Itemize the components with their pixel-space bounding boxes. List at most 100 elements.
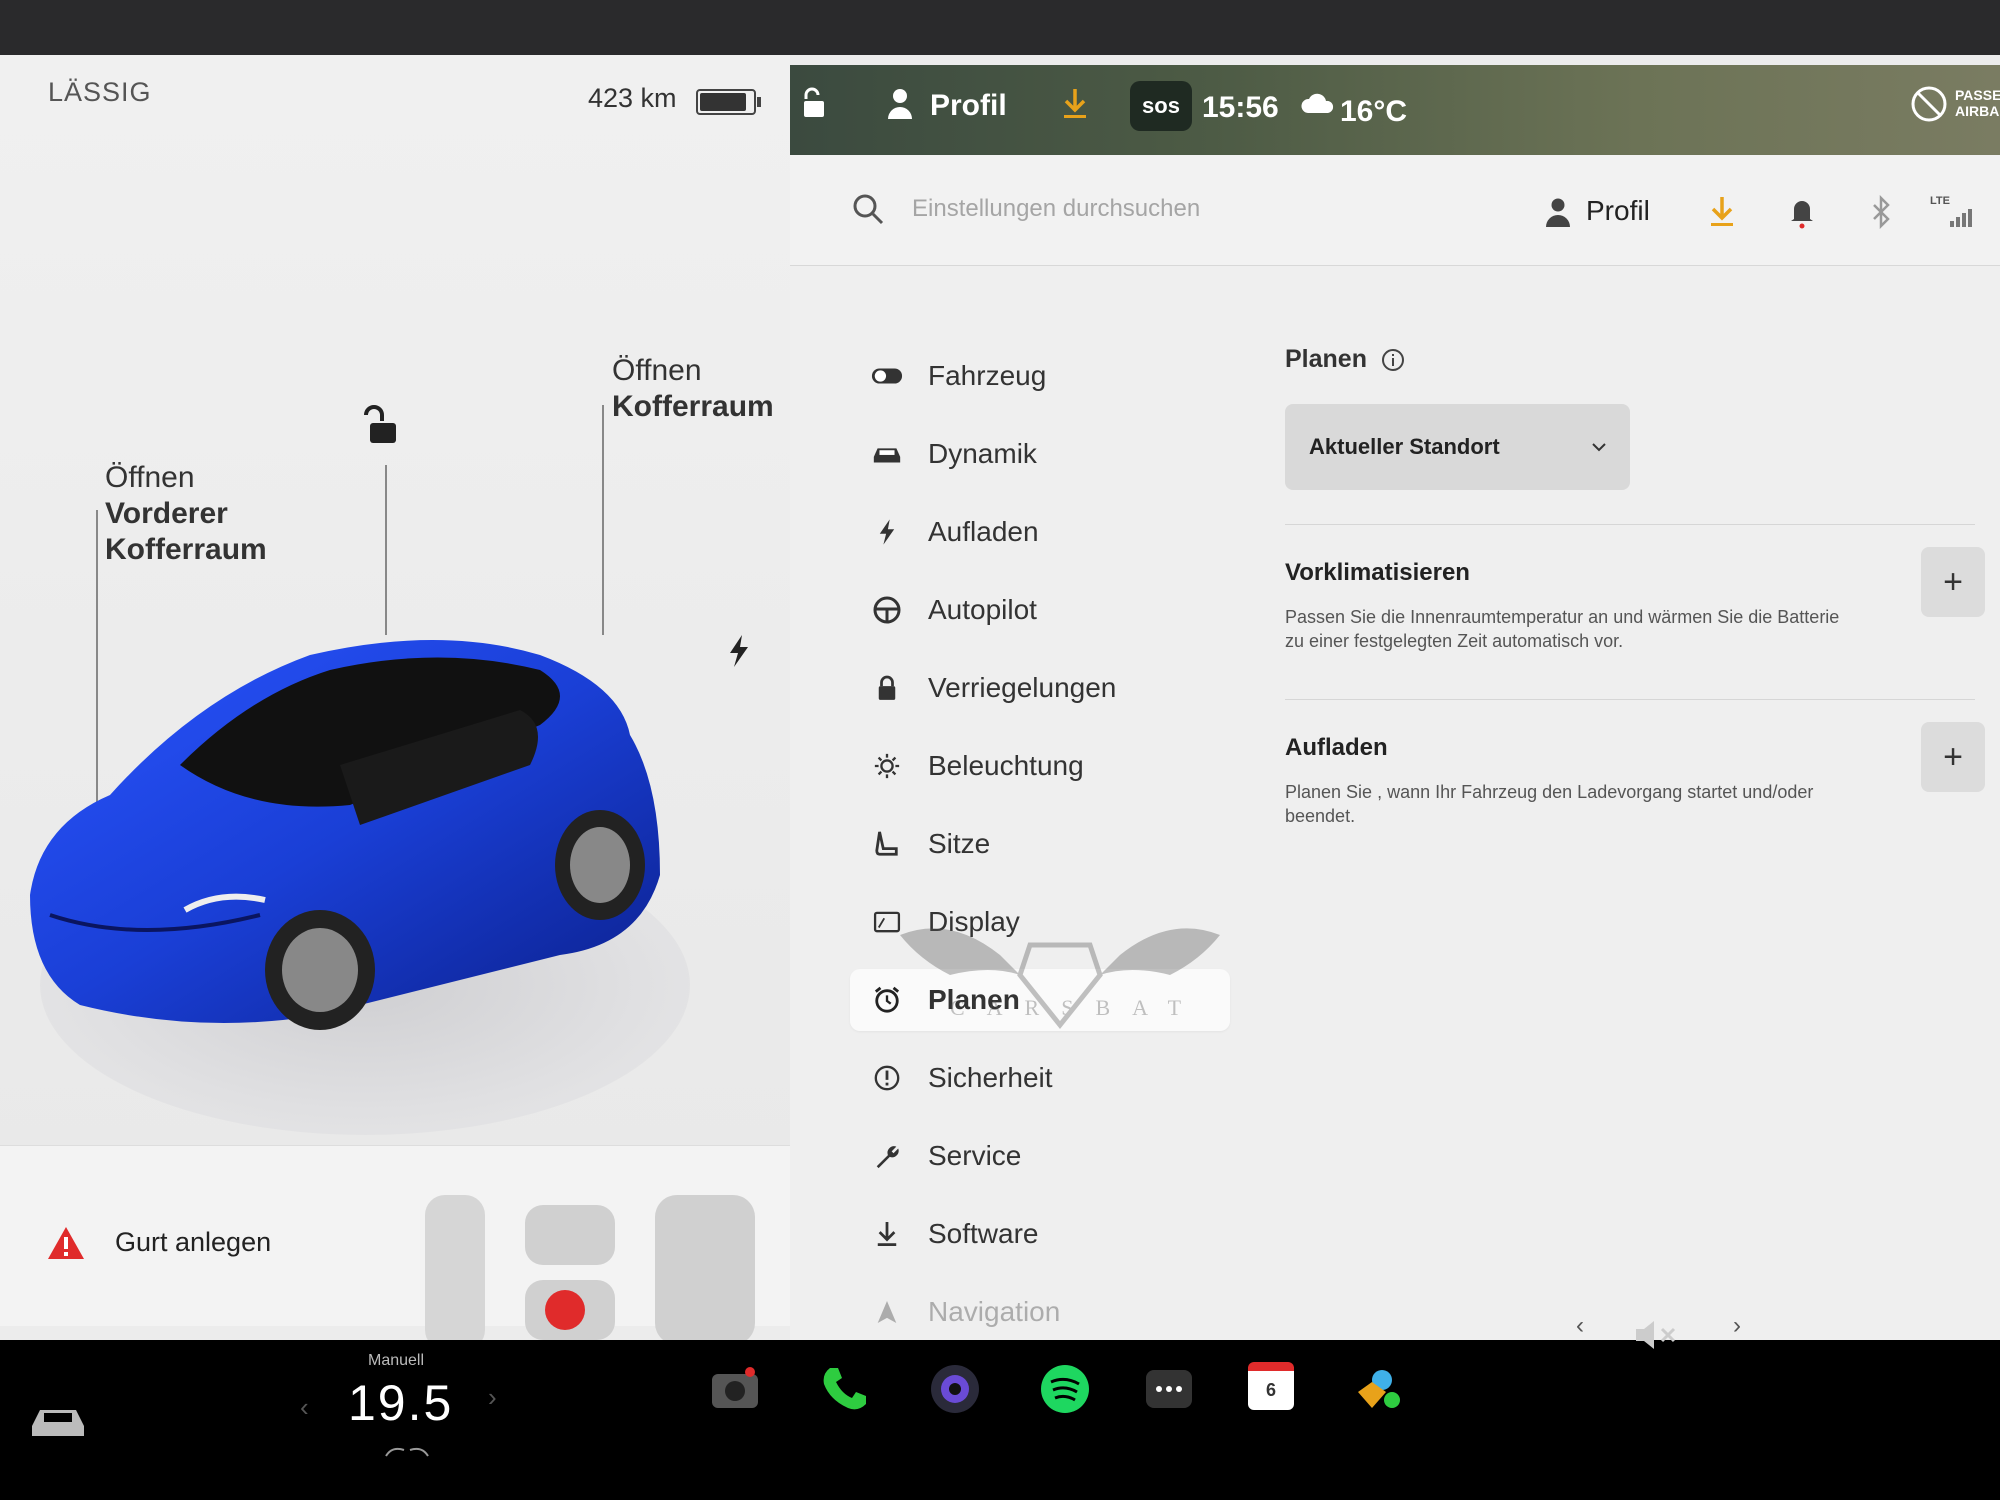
settings-panel: Profil LTE [790, 155, 2000, 1355]
nav-item-sitze[interactable]: Sitze [850, 813, 1230, 875]
charge-port-icon[interactable] [724, 633, 754, 669]
temp-increase-button[interactable]: › [488, 1382, 497, 1413]
nav-item-navigation[interactable]: Navigation [850, 1281, 1230, 1343]
signal-indicator: LTE [1930, 195, 1974, 229]
airbag-status: PASSEN AIRBAG [1955, 87, 2000, 119]
spotify-app-icon[interactable] [1038, 1362, 1092, 1416]
bottom-dock: ‹ Manuell 19.5 › 6 ‹ › [0, 1312, 2000, 1500]
bolt-icon [870, 515, 904, 549]
temp-decrease-button[interactable]: ‹ [300, 1392, 309, 1423]
nav-item-verriegelungen[interactable]: Verriegelungen [850, 657, 1230, 719]
seat-occupancy-diagram [425, 1195, 755, 1350]
nav-label: Verriegelungen [928, 672, 1117, 703]
preclimate-title: Vorklimatisieren [1285, 559, 1470, 586]
car-model-image [30, 640, 660, 1030]
open-frunk-button[interactable]: Öffnen Vorderer Kofferraum [105, 460, 267, 568]
nav-label: Service [928, 1140, 1022, 1171]
schedule-content: Planen Aktueller Standort Vorklimatisier… [1285, 345, 1985, 874]
defrost-icon[interactable] [382, 1442, 432, 1460]
nav-label: Autopilot [928, 594, 1037, 625]
download-icon[interactable] [1708, 195, 1736, 229]
alarm-clock-icon [870, 983, 904, 1017]
screen-bezel [0, 0, 2000, 60]
download-icon[interactable] [1060, 87, 1090, 121]
vehicle-panel: LÄSSIG 423 km Öffnen Kofferraum Öffnen V… [0, 55, 790, 1350]
range-readout: 423 km [588, 83, 677, 113]
light-icon [870, 749, 904, 783]
profile-button[interactable]: Profil [930, 89, 1007, 123]
nav-label: Beleuchtung [928, 750, 1084, 781]
preclimate-description: Passen Sie die Innenraumtemperatur an un… [1285, 607, 1840, 651]
nav-label: Planen [928, 984, 1020, 1015]
dashcam-app-icon[interactable] [928, 1362, 982, 1416]
nav-item-dynamik[interactable]: Dynamik [850, 423, 1230, 485]
charging-row: Aufladen Planen Sie , wann Ihr Fahrzeug … [1285, 722, 1985, 874]
download-icon [870, 1217, 904, 1251]
chevron-down-icon [1592, 443, 1606, 452]
bluetooth-icon[interactable] [1870, 195, 1892, 229]
car-icon[interactable] [28, 1398, 88, 1440]
nav-item-sicherheit[interactable]: Sicherheit [850, 1047, 1230, 1109]
frunk-label-line1: Vorderer [105, 497, 228, 530]
settings-nav: Fahrzeug Dynamik Aufladen Autopilot Verr… [850, 345, 1230, 1355]
add-charging-schedule-button[interactable]: + [1921, 722, 1985, 792]
nav-item-aufladen[interactable]: Aufladen [850, 501, 1230, 563]
nav-item-display[interactable]: Display [850, 891, 1230, 953]
clock: 15:56 [1202, 91, 1279, 124]
frunk-label-line2: Kofferraum [105, 533, 267, 566]
nav-item-beleuchtung[interactable]: Beleuchtung [850, 735, 1230, 797]
nav-item-autopilot[interactable]: Autopilot [850, 579, 1230, 641]
climate-mode: Manuell [368, 1352, 425, 1369]
toggle-icon [870, 359, 904, 393]
location-dropdown[interactable]: Aktueller Standort [1285, 404, 1630, 490]
outside-temperature: 16°C [1340, 95, 1408, 128]
profile-button[interactable]: Profil [1586, 195, 1650, 227]
info-icon[interactable] [1381, 348, 1405, 372]
seatbelt-warning-text: Gurt anlegen [115, 1227, 272, 1257]
trunk-callout-line [602, 405, 604, 635]
unlock-icon[interactable] [358, 405, 400, 447]
trunk-action-label: Öffnen [612, 354, 702, 387]
volume-down-button[interactable]: ‹ [1576, 1312, 1584, 1340]
mute-icon[interactable] [1632, 1315, 1682, 1355]
trunk-label: Kofferraum [612, 390, 774, 423]
toybox-app-icon[interactable] [1352, 1362, 1406, 1416]
nav-label: Dynamik [928, 438, 1037, 469]
wrench-icon [870, 1139, 904, 1173]
nav-label: Sicherheit [928, 1062, 1053, 1093]
section-title: Planen [1285, 345, 1985, 374]
volume-up-button[interactable]: › [1733, 1312, 1741, 1340]
phone-app-icon[interactable] [818, 1362, 872, 1416]
nav-item-planen[interactable]: Planen [850, 969, 1230, 1031]
cabin-temperature[interactable]: 19.5 [348, 1374, 453, 1432]
nav-label: Display [928, 906, 1020, 937]
bell-icon[interactable] [1788, 195, 1816, 229]
add-preclimate-button[interactable]: + [1921, 547, 1985, 617]
car-icon [870, 437, 904, 471]
open-trunk-button[interactable]: Öffnen Kofferraum [612, 353, 774, 425]
battery-icon [696, 89, 761, 115]
seat-icon [870, 827, 904, 861]
touchscreen: LÄSSIG 423 km Öffnen Kofferraum Öffnen V… [0, 55, 2000, 1355]
signal-bars-icon [1950, 209, 1972, 227]
nav-label: Software [928, 1218, 1039, 1249]
calendar-app-icon[interactable]: 6 [1248, 1362, 1294, 1410]
navigation-icon [870, 1295, 904, 1329]
nav-label: Aufladen [928, 516, 1039, 547]
more-apps-icon[interactable] [1142, 1362, 1196, 1416]
camera-app-icon[interactable] [708, 1362, 762, 1416]
search-input[interactable] [910, 185, 1434, 233]
nav-item-service[interactable]: Service [850, 1125, 1230, 1187]
warning-icon [48, 1227, 84, 1259]
nav-item-fahrzeug[interactable]: Fahrzeug [850, 345, 1230, 407]
display-icon [870, 905, 904, 939]
cloud-icon [1301, 93, 1334, 113]
steering-wheel-icon [870, 593, 904, 627]
person-icon [888, 89, 912, 119]
sos-button[interactable]: sos [1130, 81, 1192, 131]
nav-item-software[interactable]: Software [850, 1203, 1230, 1265]
preclimate-row: Vorklimatisieren Passen Sie die Innenrau… [1285, 547, 1985, 699]
lte-label: LTE [1930, 195, 1950, 207]
unlock-icon[interactable] [800, 87, 828, 121]
settings-header: Profil LTE [790, 155, 2000, 266]
